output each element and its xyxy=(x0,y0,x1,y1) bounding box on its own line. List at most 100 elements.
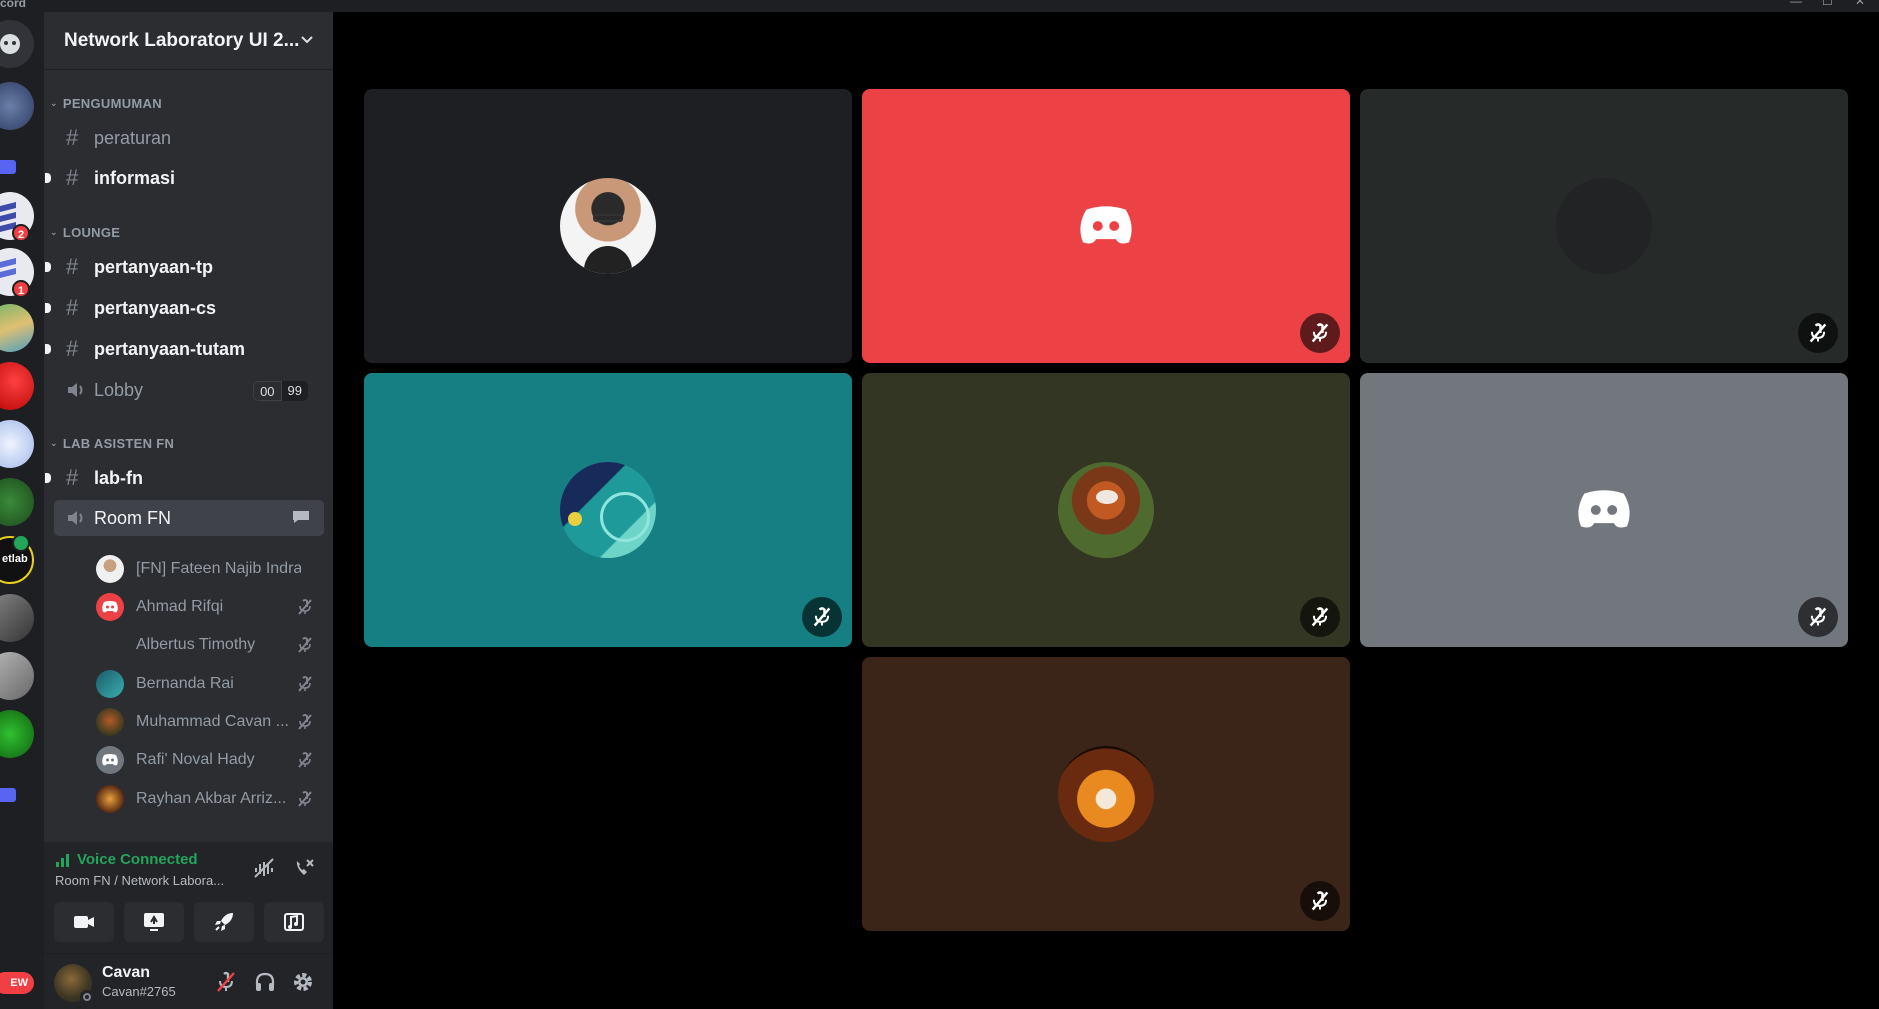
camera-icon xyxy=(74,916,94,928)
server-icon[interactable] xyxy=(0,82,34,130)
participant-tile[interactable] xyxy=(862,89,1350,363)
participant-tile[interactable] xyxy=(862,657,1350,931)
signal-icon xyxy=(56,853,69,867)
voice-user[interactable]: Ahmad Rifqi xyxy=(96,590,326,624)
muted-indicator xyxy=(1300,313,1340,353)
muted-mic-icon xyxy=(298,676,312,692)
home-button[interactable] xyxy=(0,20,34,68)
server-name: Network Laboratory UI 2... xyxy=(64,29,300,51)
voice-channel-lobby[interactable]: Lobby 00 99 xyxy=(54,372,324,408)
channel-informasi[interactable]: # informasi xyxy=(45,160,324,196)
channel-label: Lobby xyxy=(94,379,144,400)
blank-avatar xyxy=(1556,178,1652,274)
hashtag-icon: # xyxy=(66,295,79,320)
screen-share-button[interactable] xyxy=(124,902,184,942)
channel-label: lab-fn xyxy=(94,467,143,488)
channel-peraturan[interactable]: # peraturan xyxy=(54,120,324,156)
title-bar: cord — ☐ ✕ xyxy=(0,0,1879,12)
new-badge: EW xyxy=(0,972,34,994)
muted-indicator xyxy=(1798,597,1838,637)
unread-indicator xyxy=(45,303,51,313)
voice-status[interactable]: Voice Connected xyxy=(55,851,198,868)
person-avatar xyxy=(560,178,656,274)
minimize-button[interactable]: — xyxy=(1790,0,1802,8)
soundboard-button[interactable] xyxy=(264,902,324,942)
settings-gear-icon[interactable] xyxy=(291,970,315,994)
voice-channel-room-fn[interactable]: Room FN xyxy=(54,500,324,536)
channel-label: informasi xyxy=(94,167,176,188)
server-icon[interactable] xyxy=(0,362,34,410)
server-icon[interactable] xyxy=(0,594,34,642)
channel-pertanyaan-tp[interactable]: # pertanyaan-tp xyxy=(45,249,324,285)
chat-icon[interactable] xyxy=(292,510,310,524)
close-button[interactable]: ✕ xyxy=(1855,0,1865,8)
muted-indicator xyxy=(1798,313,1838,353)
muted-mic-icon xyxy=(813,607,831,627)
speaker-icon xyxy=(66,379,94,401)
channel-pertanyaan-cs[interactable]: # pertanyaan-cs xyxy=(45,290,324,326)
muted-mic-icon xyxy=(298,599,312,615)
participant-tile[interactable] xyxy=(862,373,1350,647)
discord-home-icon xyxy=(0,34,20,54)
category-pengumuman[interactable]: ⌄ PENGUMUMAN xyxy=(50,95,162,111)
mention-badge: 1 xyxy=(12,280,30,298)
muted-mic-icon xyxy=(298,637,312,653)
maximize-button[interactable]: ☐ xyxy=(1822,0,1833,8)
participant-tile[interactable] xyxy=(364,373,852,647)
headphones-icon[interactable] xyxy=(253,970,277,994)
discord-window: cord — ☐ ✕ 2 1 etlab EW Network Laborato… xyxy=(0,0,1879,1009)
user-avatar xyxy=(96,670,124,698)
noise-suppression-icon[interactable] xyxy=(252,856,276,880)
voice-user[interactable]: Muhammad Cavan ... xyxy=(96,705,326,739)
voice-user[interactable]: Bernanda Rai xyxy=(96,667,326,701)
abstract-avatar xyxy=(560,462,656,558)
server-icon[interactable] xyxy=(0,652,34,700)
voice-user[interactable]: Albertus Timothy xyxy=(96,628,326,662)
muted-mic-icon xyxy=(1809,607,1827,627)
unread-indicator xyxy=(45,344,51,354)
channel-lab-fn[interactable]: # lab-fn xyxy=(45,460,324,496)
activities-button[interactable] xyxy=(194,902,254,942)
voice-user-name: Rafi' Noval Hady xyxy=(136,751,255,768)
hashtag-icon: # xyxy=(66,465,79,490)
voice-active-icon xyxy=(12,534,30,552)
discord-avatar xyxy=(96,593,124,621)
folder-icon[interactable] xyxy=(0,160,16,174)
category-label: LOUNGE xyxy=(62,224,121,240)
app-title: cord xyxy=(0,0,27,10)
voice-user[interactable]: Rayhan Akbar Arriz... xyxy=(96,782,326,816)
category-label: LAB ASISTEN FN xyxy=(62,435,175,451)
category-lab-asisten-fn[interactable]: ⌄ LAB ASISTEN FN xyxy=(50,435,174,451)
server-icon[interactable] xyxy=(0,304,34,352)
muted-mic-icon xyxy=(1311,891,1329,911)
voice-stage-grid xyxy=(333,12,1879,1009)
voice-user-name: Muhammad Cavan ... xyxy=(136,713,289,730)
soundboard-icon xyxy=(284,913,304,931)
unread-indicator xyxy=(45,173,51,183)
server-rail: 2 1 etlab EW xyxy=(0,12,44,1009)
camera-button[interactable] xyxy=(54,902,114,942)
voice-user[interactable]: [FN] Fateen Najib Indra... xyxy=(96,552,326,586)
server-icon[interactable] xyxy=(0,420,34,468)
voice-location[interactable]: Room FN / Network Labora... xyxy=(55,873,224,888)
voice-user[interactable]: Rafi' Noval Hady xyxy=(96,743,326,777)
channel-pertanyaan-tutam[interactable]: # pertanyaan-tutam xyxy=(45,331,324,367)
disconnect-call-icon[interactable] xyxy=(292,856,316,880)
chevron-down-icon xyxy=(301,36,313,44)
server-header[interactable]: Network Laboratory UI 2... xyxy=(44,12,333,70)
server-icon[interactable] xyxy=(0,710,34,758)
muted-mic-icon xyxy=(298,791,312,807)
dragon-avatar xyxy=(1058,746,1154,842)
mute-mic-icon[interactable] xyxy=(214,970,238,994)
server-icon[interactable] xyxy=(0,478,34,526)
category-lounge[interactable]: ⌄ LOUNGE xyxy=(50,224,120,240)
participant-tile[interactable] xyxy=(1360,89,1848,363)
category-label: PENGUMUMAN xyxy=(62,95,162,111)
participant-tile[interactable] xyxy=(1360,373,1848,647)
discord-logo-avatar xyxy=(1058,178,1154,274)
participant-tile[interactable] xyxy=(364,89,852,363)
username[interactable]: Cavan xyxy=(102,964,150,982)
hashtag-icon: # xyxy=(66,336,79,361)
folder-icon[interactable] xyxy=(0,788,16,802)
invisible-status-icon xyxy=(80,990,94,1004)
